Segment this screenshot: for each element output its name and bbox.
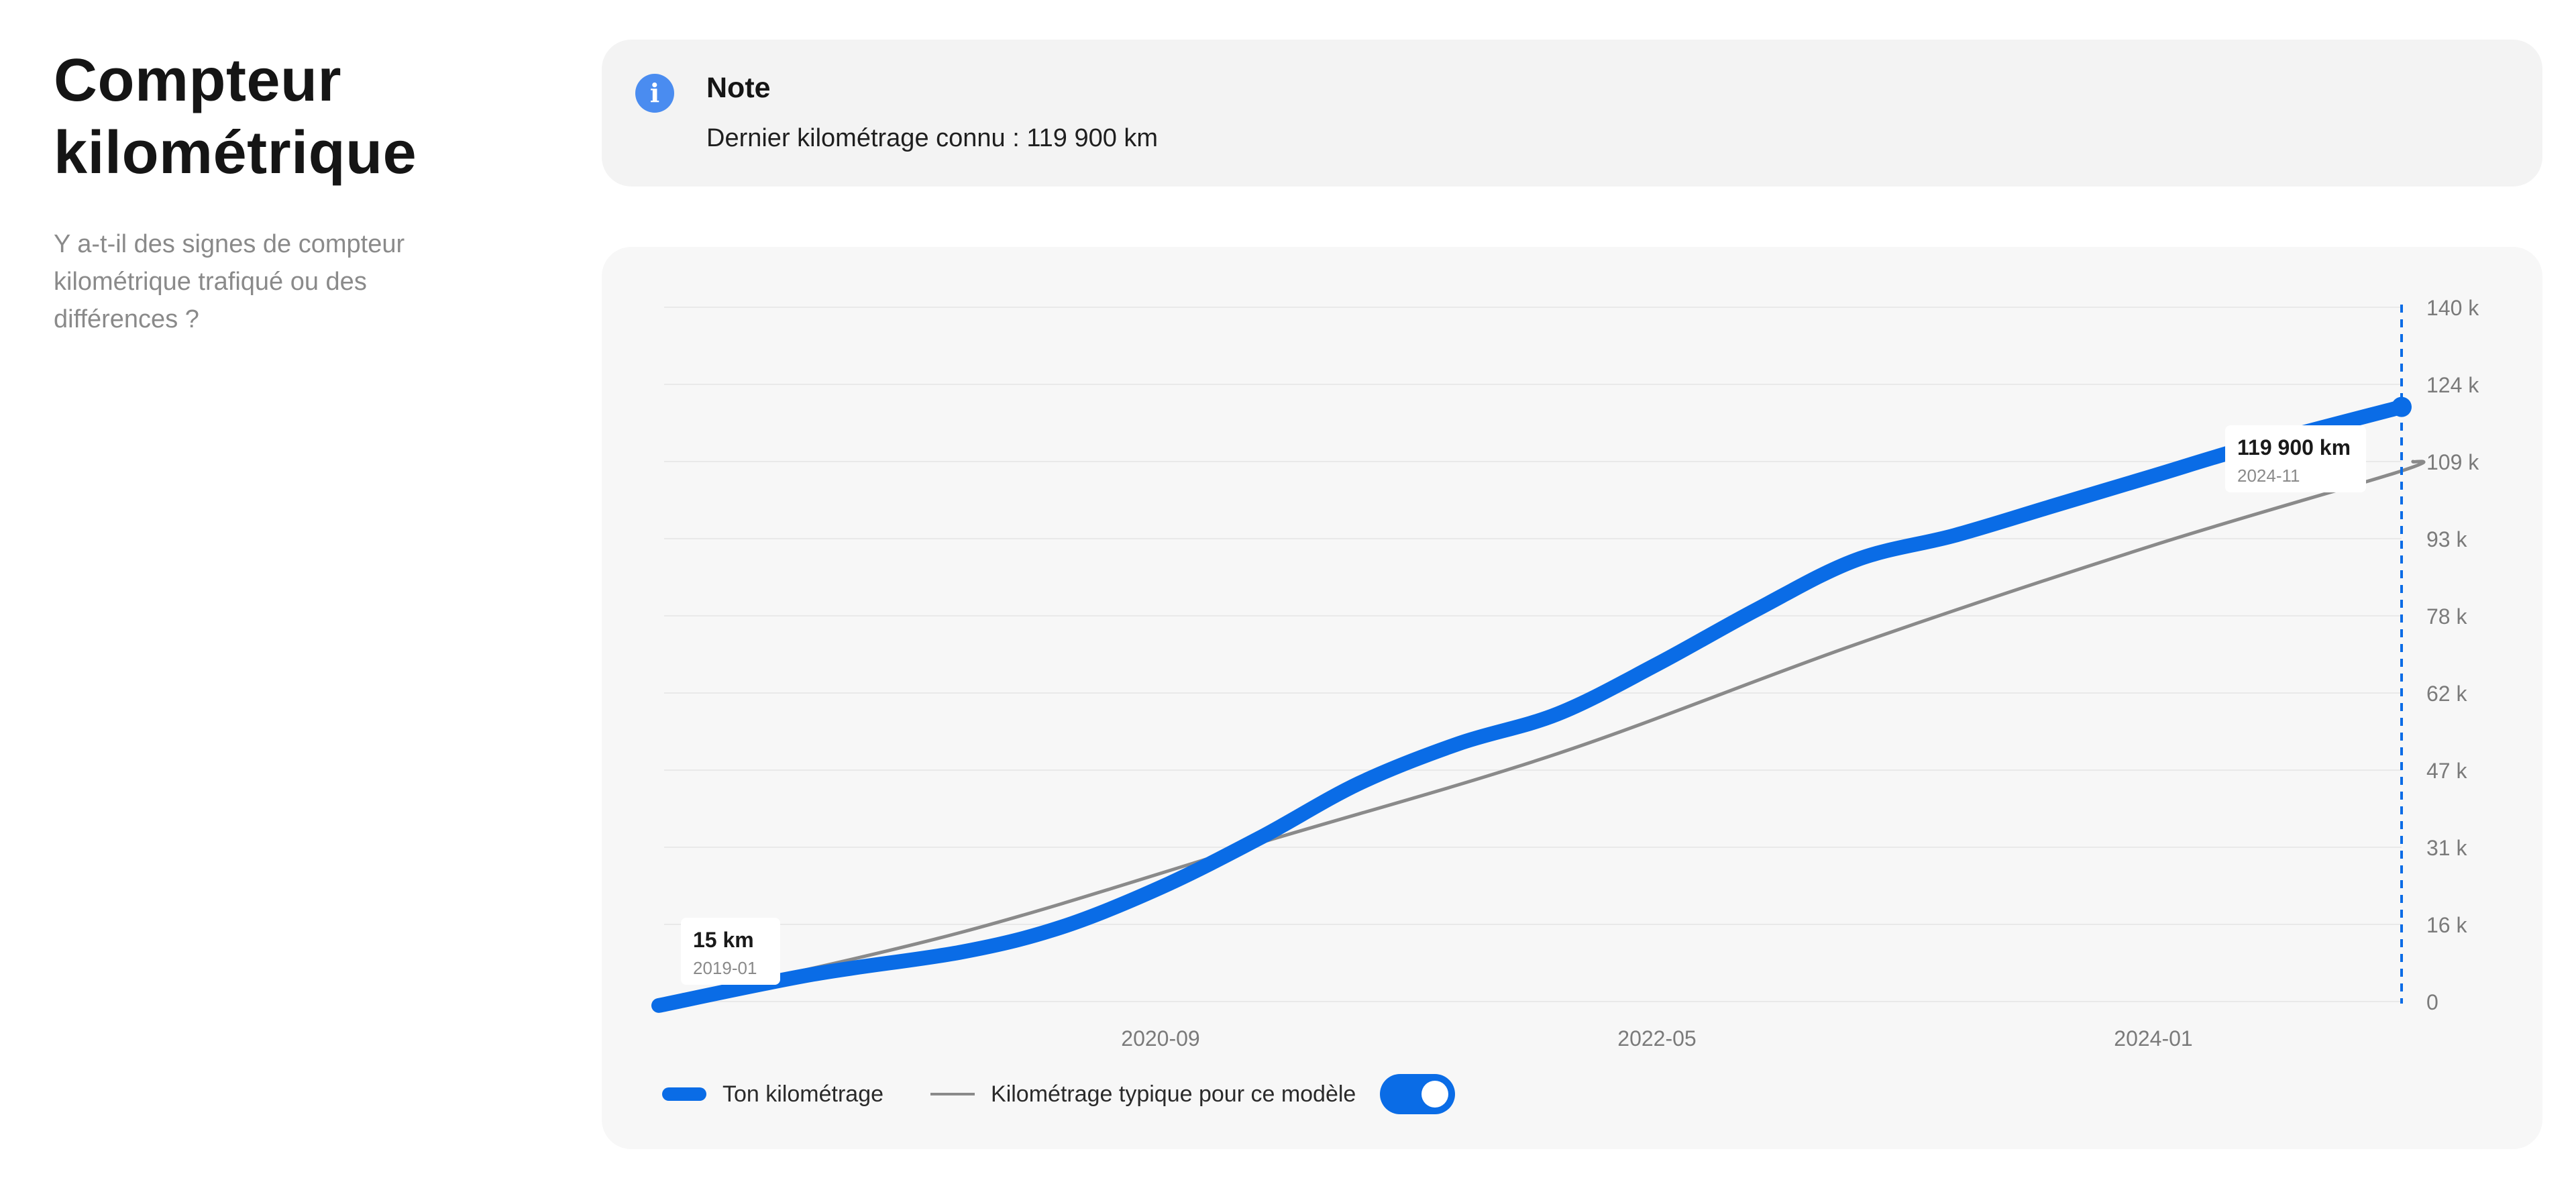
note-title: Note: [706, 72, 771, 104]
note-card: i Note Dernier kilométrage connu : 119 9…: [602, 40, 2542, 186]
y-tick-label: 47 k: [2426, 759, 2467, 783]
section-subtitle: Y a-t-il des signes de compteur kilométr…: [54, 230, 405, 333]
start-annotation-date: 2019-01: [693, 958, 757, 978]
y-tick-label: 78 k: [2426, 604, 2467, 629]
section-title-line2: kilométrique: [54, 119, 417, 186]
note-text: Dernier kilométrage connu : 119 900 km: [706, 124, 1159, 152]
legend-label-typical: Kilométrage typique pour ce modèle: [991, 1081, 1356, 1107]
typical-mileage-toggle[interactable]: [1380, 1074, 1456, 1114]
y-tick-label: 109 k: [2426, 450, 2479, 474]
x-tick-label: 2020-09: [1121, 1026, 1199, 1051]
latest-reading-point: [2392, 396, 2412, 417]
y-tick-label: 31 k: [2426, 836, 2467, 860]
legend-swatch-typical: [930, 1093, 975, 1095]
y-tick-label: 93 k: [2426, 527, 2467, 551]
section-title: Compteur kilométrique: [54, 44, 483, 189]
x-tick-label: 2024-01: [2114, 1026, 2192, 1051]
y-tick-label: 140 k: [2426, 296, 2479, 320]
section-title-line1: Compteur: [54, 47, 341, 114]
y-tick-label: 62 k: [2426, 682, 2467, 706]
start-annotation-value: 15 km: [693, 928, 754, 952]
series-line-mileage: [651, 399, 2409, 1013]
mileage-chart: 0 16 k 31 k 47 k 62 k 78 k 93 k 109 k 124 k 140 k…: [651, 296, 2479, 1051]
section-header: Compteur kilométrique Y a-t-il des signe…: [54, 44, 483, 338]
chart-legend: Ton kilométrage Kilométrage typique pour…: [662, 1074, 1456, 1114]
mileage-chart-card: 0 16 k 31 k 47 k 62 k 78 k 93 k 109 k 124 k 140 k…: [602, 247, 2542, 1149]
legend-label-mileage: Ton kilométrage: [722, 1081, 884, 1107]
series-line-typical: [662, 460, 2426, 1004]
legend-swatch-mileage: [662, 1087, 706, 1101]
x-tick-label: 2022-05: [1617, 1026, 1696, 1051]
toggle-knob: [1421, 1081, 1449, 1108]
info-icon: i: [635, 74, 674, 113]
y-tick-label: 0: [2426, 990, 2438, 1014]
end-annotation-value: 119 900 km: [2237, 435, 2351, 460]
end-annotation-date: 2024-11: [2237, 466, 2300, 486]
y-tick-label: 124 k: [2426, 373, 2479, 397]
y-tick-label: 16 k: [2426, 913, 2467, 937]
